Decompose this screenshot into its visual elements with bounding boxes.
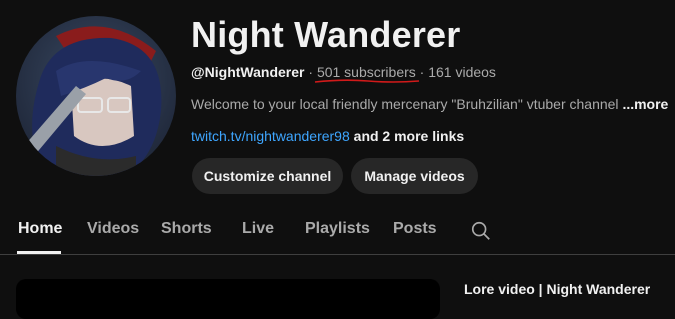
channel-links: twitch.tv/nightwanderer98 and 2 more lin… bbox=[191, 128, 464, 144]
twitch-link[interactable]: twitch.tv/nightwanderer98 bbox=[191, 128, 350, 144]
avatar[interactable] bbox=[16, 16, 176, 176]
channel-handle: @NightWanderer bbox=[191, 64, 305, 80]
tab-home[interactable]: Home bbox=[18, 220, 62, 238]
description-more-link[interactable]: ...more bbox=[622, 96, 668, 112]
video-count: 161 videos bbox=[428, 64, 496, 80]
featured-video-title[interactable]: Lore video | Night Wanderer bbox=[464, 281, 650, 297]
customize-channel-button[interactable]: Customize channel bbox=[192, 158, 343, 194]
tab-playlists[interactable]: Playlists bbox=[305, 220, 370, 238]
featured-video-thumbnail[interactable] bbox=[16, 279, 440, 319]
description-text: Welcome to your local friendly mercenary… bbox=[191, 96, 619, 112]
tab-posts[interactable]: Posts bbox=[393, 220, 437, 238]
channel-name: Night Wanderer bbox=[191, 14, 461, 55]
tab-live[interactable]: Live bbox=[242, 220, 274, 238]
tab-shorts[interactable]: Shorts bbox=[161, 220, 212, 238]
channel-description[interactable]: Welcome to your local friendly mercenary… bbox=[191, 96, 668, 112]
search-icon[interactable] bbox=[470, 220, 492, 242]
more-links-button[interactable]: and 2 more links bbox=[354, 128, 464, 144]
channel-tabs: Home Videos Shorts Live Playlists Posts bbox=[0, 212, 675, 255]
tab-videos[interactable]: Videos bbox=[87, 220, 139, 238]
red-underline-annotation bbox=[314, 79, 419, 83]
active-tab-indicator bbox=[17, 251, 61, 254]
channel-meta: @NightWanderer · 501 subscribers · 161 v… bbox=[191, 64, 496, 83]
subscriber-count: 501 subscribers bbox=[314, 64, 420, 83]
manage-videos-button[interactable]: Manage videos bbox=[351, 158, 478, 194]
